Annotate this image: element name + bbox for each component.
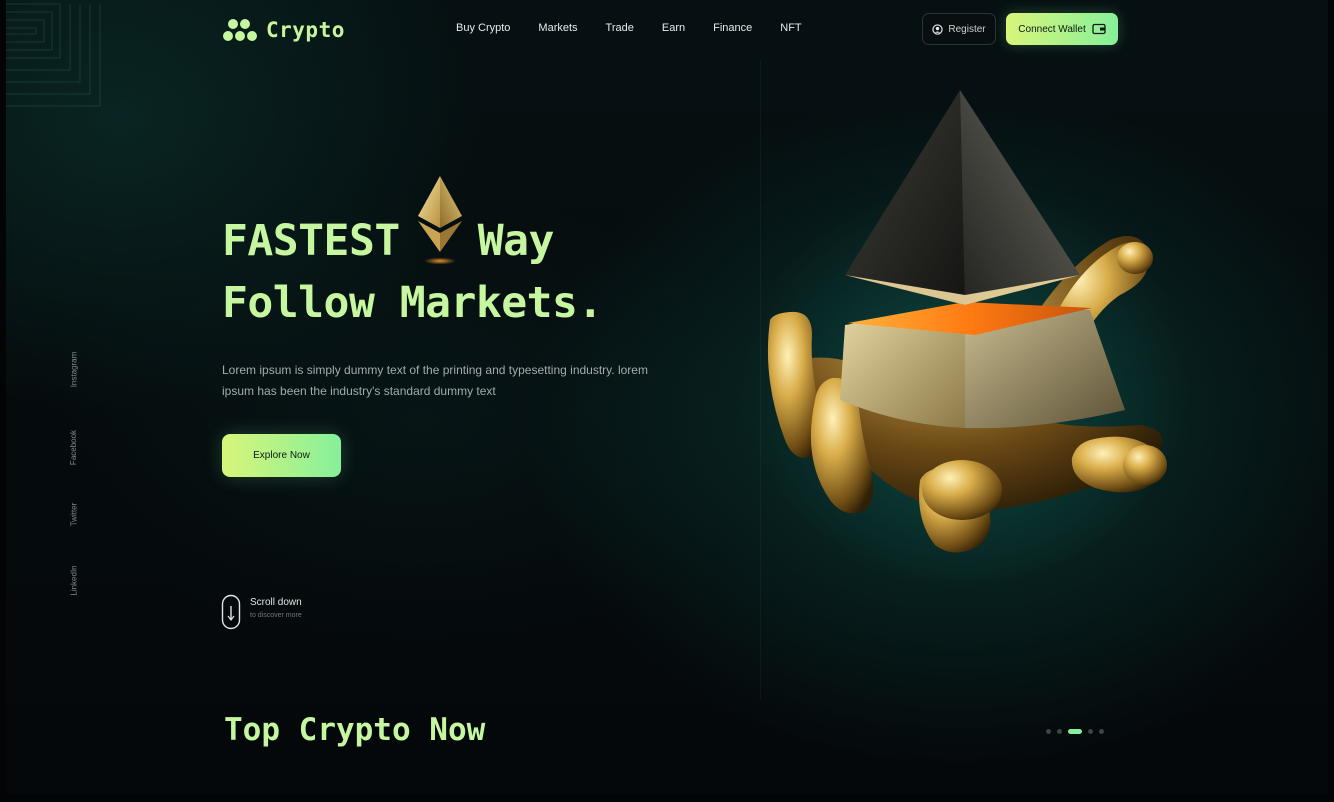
nav-item-trade[interactable]: Trade xyxy=(606,22,634,34)
social-label-twitter: Twitter xyxy=(69,502,79,526)
connect-wallet-label: Connect Wallet xyxy=(1018,23,1086,35)
social-link-twitter[interactable]: Twitter xyxy=(56,494,92,534)
window-edge-bottom xyxy=(0,794,1334,802)
carousel-dot-5[interactable] xyxy=(1099,729,1104,734)
nav-item-nft[interactable]: NFT xyxy=(780,22,801,34)
ethereum-icon xyxy=(417,176,462,265)
social-label-facebook: Facebook xyxy=(69,429,79,465)
nav-item-buy-crypto[interactable]: Buy Crypto xyxy=(456,22,510,34)
scroll-down-indicator[interactable]: Scroll down to discover more xyxy=(221,594,302,630)
wallet-icon xyxy=(1092,23,1106,35)
main-nav: Buy Crypto Markets Trade Earn Finance NF… xyxy=(456,22,802,34)
connect-wallet-button[interactable]: Connect Wallet xyxy=(1006,13,1118,45)
carousel-dot-2[interactable] xyxy=(1057,729,1062,734)
social-label-linkedin: LinkedIn xyxy=(69,564,79,596)
mouse-icon xyxy=(221,594,241,630)
carousel-pagination xyxy=(1046,729,1104,734)
nav-item-markets[interactable]: Markets xyxy=(538,22,577,34)
nav-item-earn[interactable]: Earn xyxy=(662,22,685,34)
social-link-facebook[interactable]: Facebook xyxy=(56,418,92,476)
social-links: Instagram Facebook Twitter LinkedIn xyxy=(56,340,92,620)
brand-logo[interactable]: Crypto xyxy=(223,17,345,43)
social-label-instagram: Instagram xyxy=(69,351,79,387)
hero-title: FASTEST Way Follow Markets. xyxy=(222,176,603,334)
hero-title-line-2: Follow Markets. xyxy=(222,278,603,328)
carousel-dot-4[interactable] xyxy=(1088,729,1093,734)
user-circle-icon xyxy=(932,23,944,35)
logo-dots-icon xyxy=(223,19,257,41)
social-link-instagram[interactable]: Instagram xyxy=(56,340,92,398)
hero-description: Lorem ipsum is simply dummy text of the … xyxy=(222,363,648,398)
carousel-dot-3-active[interactable] xyxy=(1068,729,1082,734)
section-title-top-crypto: Top Crypto Now xyxy=(224,712,486,748)
hero-illustration-gold-hand-ethereum xyxy=(740,90,1190,580)
register-label: Register xyxy=(948,23,986,35)
hero-title-word-way: Way xyxy=(477,216,555,266)
social-link-linkedin[interactable]: LinkedIn xyxy=(56,554,92,606)
hero-title-line-1: FASTEST Way xyxy=(222,176,603,272)
register-button[interactable]: Register xyxy=(922,13,996,45)
hero-title-word-fastest: FASTEST xyxy=(222,216,400,266)
carousel-dot-1[interactable] xyxy=(1046,729,1051,734)
nav-item-finance[interactable]: Finance xyxy=(713,22,752,34)
window-edge-right xyxy=(1328,0,1334,802)
scroll-subtitle: to discover more xyxy=(250,612,302,619)
landing-page: Crypto Buy Crypto Markets Trade Earn Fin… xyxy=(0,0,1334,802)
scroll-text: Scroll down to discover more xyxy=(250,594,302,619)
explore-now-button[interactable]: Explore Now xyxy=(222,434,341,477)
scroll-title: Scroll down xyxy=(250,597,302,608)
brand-name: Crypto xyxy=(266,18,345,42)
top-navbar: Crypto Buy Crypto Markets Trade Earn Fin… xyxy=(0,0,1334,64)
